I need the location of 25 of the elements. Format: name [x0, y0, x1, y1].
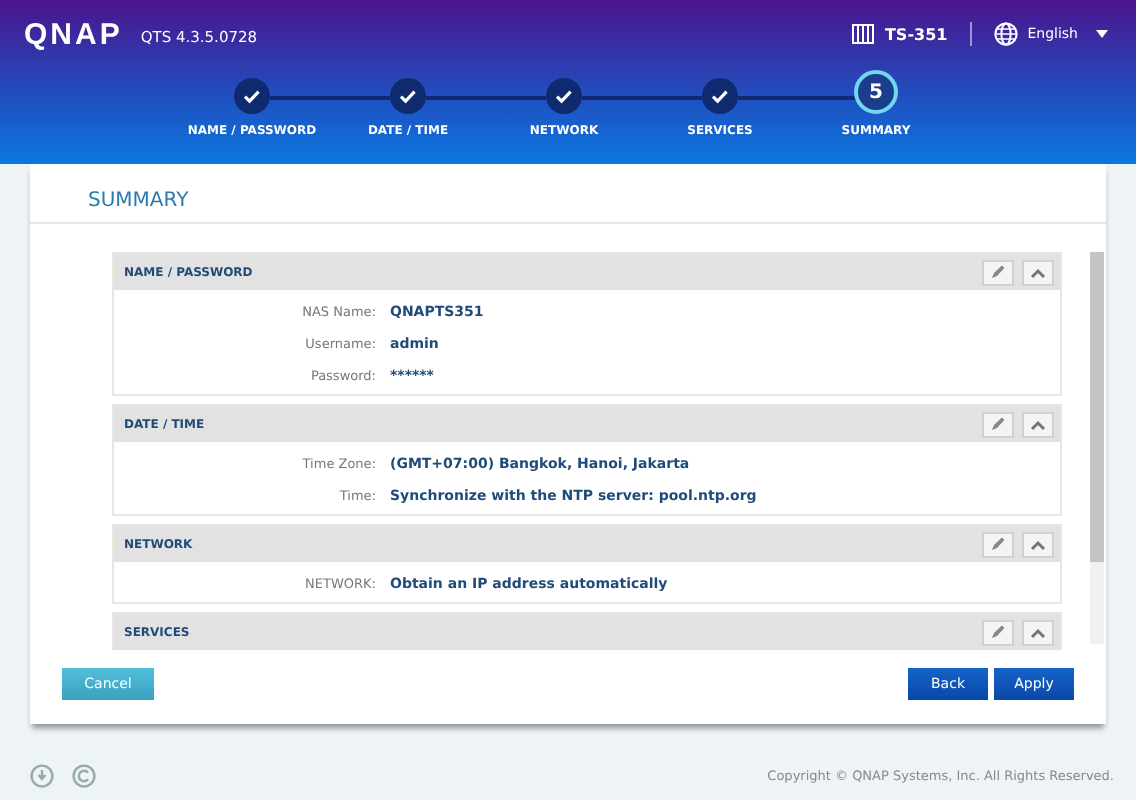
scrollbar[interactable] [1090, 252, 1104, 644]
current-step-marker: 5 [854, 70, 898, 114]
chevron-up-icon [1030, 419, 1046, 429]
pencil-icon [990, 416, 1006, 432]
caret-icon[interactable] [1096, 30, 1108, 38]
collapse-button[interactable] [1022, 619, 1054, 645]
collapse-button[interactable] [1022, 411, 1054, 437]
globe-icon[interactable] [993, 22, 1018, 46]
page-title: SUMMARY [30, 164, 1106, 224]
pencil-icon [990, 264, 1006, 280]
logo: QNAP [24, 17, 123, 51]
chevron-up-icon [1030, 627, 1046, 637]
edit-button[interactable] [982, 531, 1014, 557]
chevron-up-icon [1030, 539, 1046, 549]
server-icon [852, 24, 875, 44]
collapse-button[interactable] [1022, 259, 1054, 285]
edit-button[interactable] [982, 619, 1014, 645]
pencil-icon [990, 536, 1006, 552]
edit-button[interactable] [982, 411, 1014, 437]
pencil-icon [990, 624, 1006, 640]
device-name: TS-351 [884, 25, 948, 43]
edit-button[interactable] [982, 259, 1014, 285]
chevron-up-icon [1030, 267, 1046, 277]
collapse-button[interactable] [1022, 531, 1054, 557]
scrollbar-thumb[interactable] [1090, 252, 1104, 562]
